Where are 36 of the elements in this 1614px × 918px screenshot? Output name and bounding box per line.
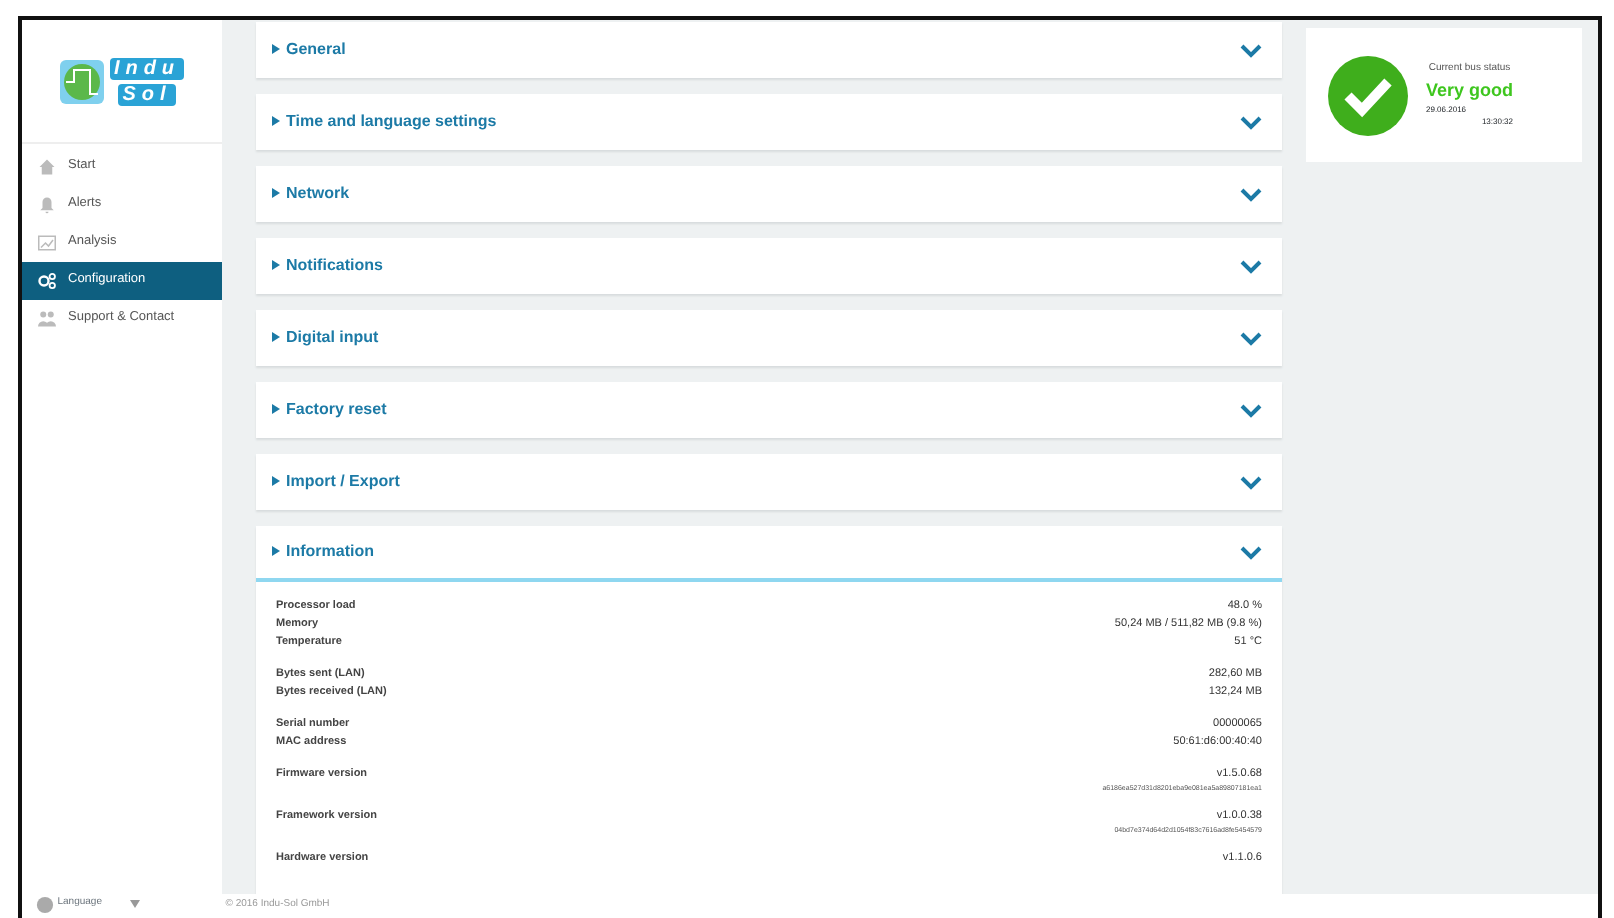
chevron-icon bbox=[1240, 115, 1262, 129]
triangle-icon bbox=[272, 260, 280, 271]
chart-icon bbox=[38, 233, 56, 252]
logo-icon bbox=[59, 59, 104, 103]
section-header[interactable]: Notifications bbox=[256, 238, 1282, 294]
chevron-icon bbox=[1240, 403, 1262, 417]
chevron-icon bbox=[1240, 331, 1262, 345]
section-header[interactable]: Information bbox=[256, 526, 1282, 582]
section-header[interactable]: Time and language settings bbox=[256, 94, 1282, 150]
logo-text: Indu bbox=[109, 57, 185, 79]
caret-icon bbox=[129, 900, 140, 908]
status-text: Very good bbox=[1426, 77, 1514, 104]
triangle-icon bbox=[272, 546, 280, 557]
checkmark-icon bbox=[1326, 53, 1410, 137]
people-icon bbox=[38, 309, 56, 328]
section-header[interactable]: Import / Export bbox=[256, 454, 1282, 510]
section-header[interactable]: Network bbox=[256, 166, 1282, 222]
section-header[interactable]: Digital input bbox=[256, 310, 1282, 366]
globe-icon bbox=[36, 895, 54, 913]
triangle-icon bbox=[272, 476, 280, 487]
chevron-icon bbox=[1240, 43, 1262, 57]
logo-text: Sol bbox=[118, 83, 176, 105]
chevron-icon bbox=[1240, 187, 1262, 201]
triangle-icon bbox=[272, 332, 280, 343]
chevron-icon bbox=[1240, 475, 1262, 489]
triangle-icon bbox=[272, 44, 280, 55]
triangle-icon bbox=[272, 188, 280, 199]
home-icon bbox=[38, 157, 56, 176]
triangle-icon bbox=[272, 404, 280, 415]
chevron-icon bbox=[1240, 545, 1262, 559]
section-header[interactable]: General bbox=[256, 22, 1282, 78]
bell-icon bbox=[38, 195, 56, 214]
section-header[interactable]: Factory reset bbox=[256, 382, 1282, 438]
gears-icon bbox=[38, 271, 56, 290]
triangle-icon bbox=[272, 116, 280, 127]
chevron-icon bbox=[1240, 259, 1262, 273]
